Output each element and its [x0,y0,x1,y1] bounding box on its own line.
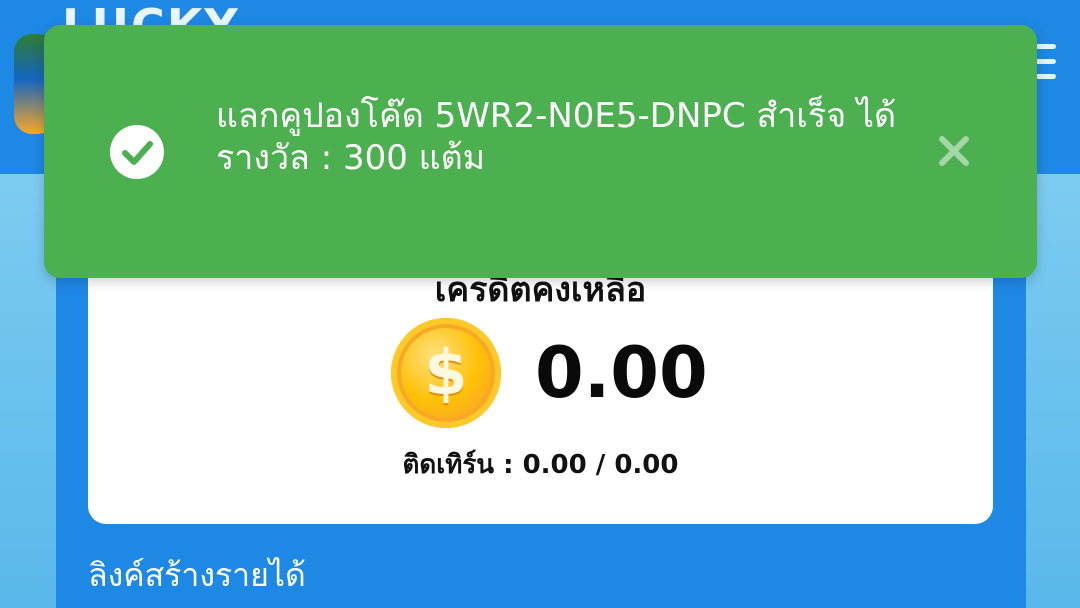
toast-message: แลกคูปองโค๊ด 5WR2-N0E5-DNPC สำเร็จ ได้ ร… [216,95,916,179]
credit-amount: 0.00 [535,332,708,414]
close-icon[interactable] [932,129,976,173]
toast-message-line1: แลกคูปองโค๊ด 5WR2-N0E5-DNPC สำเร็จ ได้ [216,96,897,136]
success-toast: แลกคูปองโค๊ด 5WR2-N0E5-DNPC สำเร็จ ได้ ร… [44,25,1037,278]
income-link-heading: ลิงค์สร้างรายได้ [88,556,306,594]
toast-message-line2: รางวัล : 300 แต้ม [216,138,486,178]
hamburger-menu-icon[interactable] [1034,44,1056,84]
coin-dollar-icon: $ [391,318,501,428]
turnover-status: ติดเทิร์น : 0.00 / 0.00 [402,450,679,480]
check-circle-icon [110,125,164,179]
